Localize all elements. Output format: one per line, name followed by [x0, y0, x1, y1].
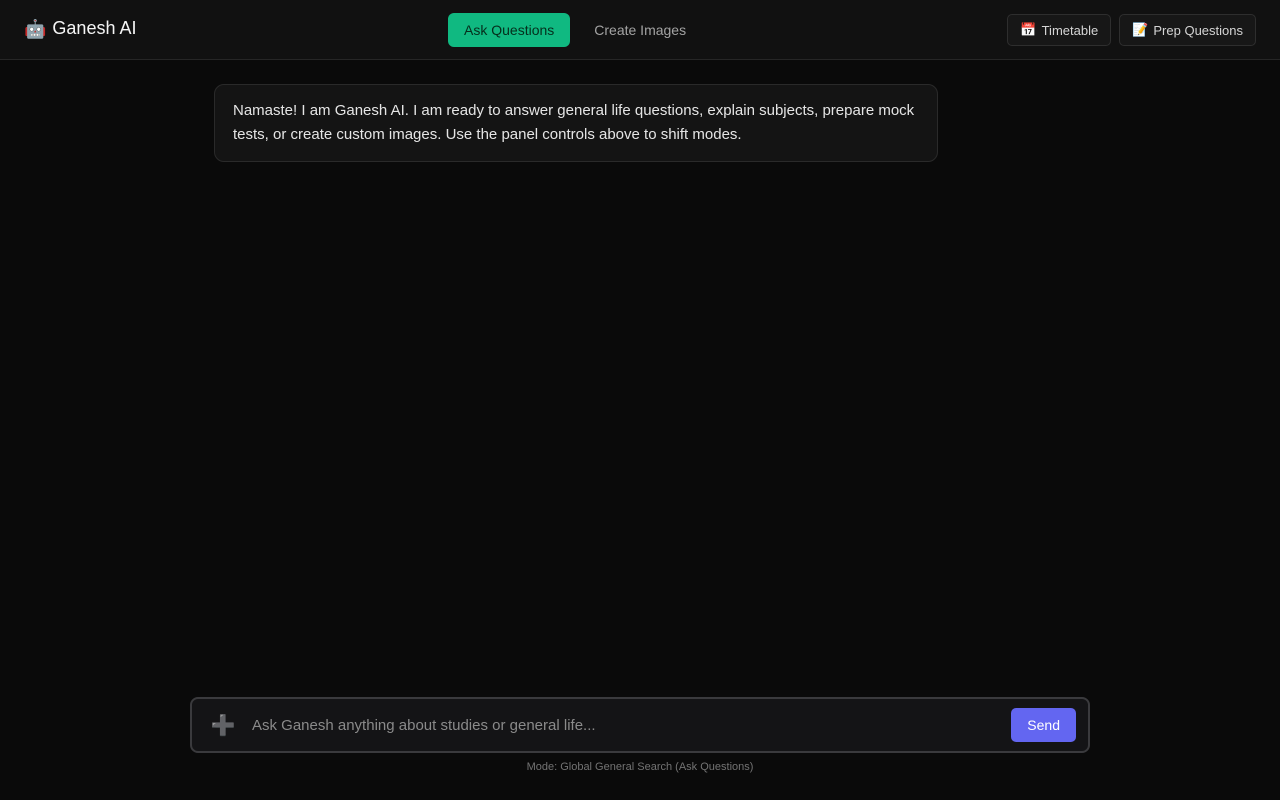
prompt-input[interactable]	[252, 707, 1012, 743]
top-bar: 🤖 Ganesh AI Ask Questions Create Images …	[0, 0, 1280, 60]
prep-questions-button[interactable]: 📝 Prep Questions	[1119, 14, 1256, 46]
tab-create-images[interactable]: Create Images	[578, 13, 702, 47]
composer: ➕ Send	[190, 697, 1090, 753]
calendar-icon: 📅	[1020, 22, 1037, 37]
mode-status: Mode: Global General Search (Ask Questio…	[526, 761, 754, 773]
memo-icon: 📝	[1132, 22, 1149, 37]
prep-questions-label: Prep Questions	[1153, 22, 1243, 38]
assistant-message: Namaste! I am Ganesh AI. I am ready to a…	[214, 84, 938, 162]
top-actions: 📅 Timetable 📝 Prep Questions	[1007, 14, 1256, 46]
timetable-button[interactable]: 📅 Timetable	[1007, 14, 1112, 46]
timetable-label: Timetable	[1041, 22, 1099, 38]
chat-area: Namaste! I am Ganesh AI. I am ready to a…	[0, 61, 1280, 691]
robot-icon: 🤖	[24, 18, 47, 39]
tab-ask-questions[interactable]: Ask Questions	[448, 13, 571, 47]
mode-tabs: Ask Questions Create Images	[448, 13, 702, 47]
brand: 🤖 Ganesh AI	[24, 18, 136, 39]
app-title: Ganesh AI	[52, 18, 137, 38]
plus-icon[interactable]: ➕	[210, 713, 236, 738]
send-button[interactable]: Send	[1011, 708, 1076, 742]
